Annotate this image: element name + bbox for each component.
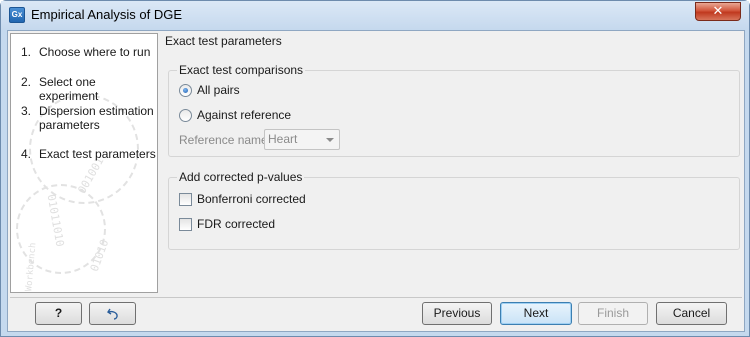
bonferroni-label[interactable]: Bonferroni corrected bbox=[197, 192, 306, 206]
step-number: 4. bbox=[21, 147, 32, 161]
next-button[interactable]: Next bbox=[500, 302, 572, 325]
step-label: Select one experiment bbox=[39, 75, 99, 103]
all-pairs-radio[interactable] bbox=[179, 84, 192, 97]
help-icon: ? bbox=[54, 306, 63, 320]
all-pairs-label[interactable]: All pairs bbox=[197, 83, 240, 97]
against-reference-radio[interactable] bbox=[179, 109, 192, 122]
step-number: 1. bbox=[21, 45, 32, 59]
step-number: 2. bbox=[21, 75, 32, 89]
title-bar[interactable]: Gx Empirical Analysis of DGE ✕ bbox=[1, 1, 749, 29]
app-icon: Gx bbox=[9, 7, 25, 23]
corrected-pvalues-group: Add corrected p-values Bonferroni correc… bbox=[168, 170, 740, 250]
fdr-checkbox[interactable] bbox=[179, 218, 192, 231]
close-button[interactable]: ✕ bbox=[695, 2, 741, 21]
finish-button[interactable]: Finish bbox=[578, 302, 648, 325]
wizard-steps-panel: 001001 01011010 01010 Workbench 1. Choos… bbox=[10, 33, 158, 293]
page-title: Exact test parameters bbox=[165, 34, 282, 48]
step-label: Dispersion estimation parameters bbox=[39, 104, 154, 132]
dialog-client-area: 001001 01011010 01010 Workbench 1. Choos… bbox=[7, 30, 745, 332]
step-label: Choose where to run bbox=[39, 45, 151, 59]
comparisons-group: Exact test comparisons All pairs Against… bbox=[168, 63, 740, 157]
step-number: 3. bbox=[21, 104, 32, 118]
reset-button[interactable] bbox=[89, 302, 136, 325]
help-button[interactable]: ? bbox=[35, 302, 82, 325]
group-title: Add corrected p-values bbox=[177, 170, 305, 184]
window-title: Empirical Analysis of DGE bbox=[31, 7, 182, 22]
previous-button[interactable]: Previous bbox=[422, 302, 492, 325]
chevron-down-icon bbox=[326, 138, 334, 142]
button-bar-divider bbox=[10, 297, 742, 298]
against-reference-label[interactable]: Against reference bbox=[197, 108, 291, 122]
fdr-label[interactable]: FDR corrected bbox=[197, 217, 275, 231]
reference-name-label: Reference name bbox=[179, 133, 268, 147]
cancel-button[interactable]: Cancel bbox=[656, 302, 727, 325]
reference-name-select[interactable]: Heart bbox=[264, 129, 340, 150]
group-title: Exact test comparisons bbox=[177, 63, 306, 77]
undo-icon bbox=[106, 308, 118, 320]
close-icon: ✕ bbox=[712, 3, 724, 18]
bonferroni-checkbox[interactable] bbox=[179, 193, 192, 206]
step-label: Exact test parameters bbox=[39, 147, 156, 161]
reference-name-value: Heart bbox=[268, 132, 298, 146]
dialog-window: Gx Empirical Analysis of DGE ✕ 001001 01… bbox=[0, 0, 750, 337]
